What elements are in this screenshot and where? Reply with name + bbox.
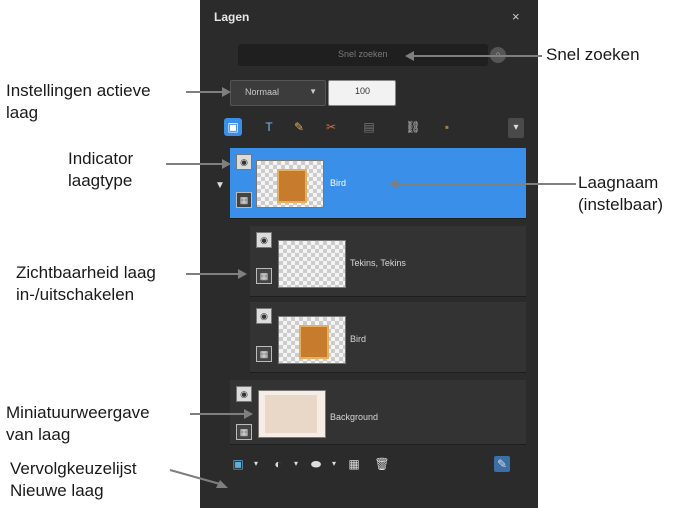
lock-icon[interactable]: ▪ [438, 118, 456, 136]
toolbar-menu-button[interactable]: ▾ [508, 118, 524, 138]
layer-row-background[interactable]: ◉ ▦ Background [230, 380, 526, 445]
layer-name[interactable]: Bird [330, 178, 346, 188]
delete-icon[interactable]: 🗑 [374, 456, 390, 472]
annotation-instellingen: Instellingen actieve laag [6, 81, 151, 122]
chevron-down-icon[interactable]: ▾ [288, 456, 304, 472]
expand-group-icon[interactable]: ▼ [215, 180, 225, 191]
chevron-down-icon[interactable]: ▾ [248, 456, 264, 472]
properties-icon[interactable]: ✎ [494, 456, 510, 472]
layer-name[interactable]: Bird [350, 334, 366, 344]
new-art-media-layer-icon[interactable]: ✎ [290, 118, 308, 136]
layer-type-indicator-icon: ▦ [256, 346, 272, 362]
layer-type-indicator-icon: ▦ [256, 268, 272, 284]
blend-mode-value: Normaal [245, 87, 280, 97]
panel-title: Lagen [214, 10, 250, 24]
new-raster-layer-icon[interactable]: ▣ [224, 118, 242, 136]
search-placeholder: Snel zoeken [338, 49, 388, 59]
merge-icon[interactable]: ▦ [346, 456, 362, 472]
layers-panel: Lagen × Snel zoeken ⌕ Normaal ▼ 100 ▣ T … [200, 0, 538, 508]
visibility-toggle-icon[interactable]: ◉ [236, 386, 252, 402]
layer-type-indicator-icon: ▦ [236, 192, 252, 208]
new-adjustment-layer-icon[interactable]: ◐ [270, 456, 286, 472]
annotation-indicator: Indicator laagtype [68, 149, 134, 190]
annotation-snel-zoeken: Snel zoeken [546, 45, 640, 64]
bottom-toolbar: ▣ ▾ ◐ ▾ ⬬ ▾ ▦ 🗑 ✎ [228, 456, 528, 480]
annotation-laagnaam: Laagnaam (instelbaar) [578, 173, 664, 214]
opacity-value: 100 [355, 86, 371, 96]
annotation-miniatuur: Miniatuurweergave van laag [6, 403, 150, 444]
layer-toolbar: ▣ T ✎ ✂ ▤ ⛓ ▪ ▾ [224, 118, 524, 140]
layer-thumbnail [258, 390, 326, 438]
layer-thumbnail [278, 316, 346, 364]
layer-row-tekins[interactable]: ◉ ▦ Tekins, Tekins [250, 226, 526, 297]
mask-icon[interactable]: ⬬ [308, 456, 324, 472]
annotation-arrow [169, 469, 228, 488]
visibility-toggle-icon[interactable]: ◉ [256, 232, 272, 248]
chevron-down-icon: ▼ [309, 87, 317, 96]
layer-thumbnail [278, 240, 346, 288]
layer-row-bird[interactable]: ◉ ▦ Bird [250, 302, 526, 373]
visibility-toggle-icon[interactable]: ◉ [256, 308, 272, 324]
layer-name[interactable]: Tekins, Tekins [350, 258, 406, 268]
visibility-toggle-icon[interactable]: ◉ [236, 154, 252, 170]
annotation-vervolg: Vervolgkeuzelijst Nieuwe laag [10, 459, 137, 500]
chevron-down-icon[interactable]: ▾ [326, 456, 342, 472]
annotation-zichtbaarheid: Zichtbaarheid laag in-/uitschakelen [16, 263, 156, 304]
opacity-field[interactable]: 100 [328, 80, 396, 106]
new-mask-icon[interactable]: ✂ [322, 118, 340, 136]
layer-type-indicator-icon: ▦ [236, 424, 252, 440]
layer-group-icon[interactable]: ▤ [360, 118, 378, 136]
layer-name[interactable]: Background [330, 412, 378, 422]
new-vector-layer-icon[interactable]: T [260, 118, 278, 136]
link-icon[interactable]: ⛓ [404, 118, 422, 136]
close-icon[interactable]: × [512, 9, 520, 24]
layer-thumbnail [256, 160, 324, 208]
blend-mode-dropdown[interactable]: Normaal ▼ [230, 80, 326, 106]
